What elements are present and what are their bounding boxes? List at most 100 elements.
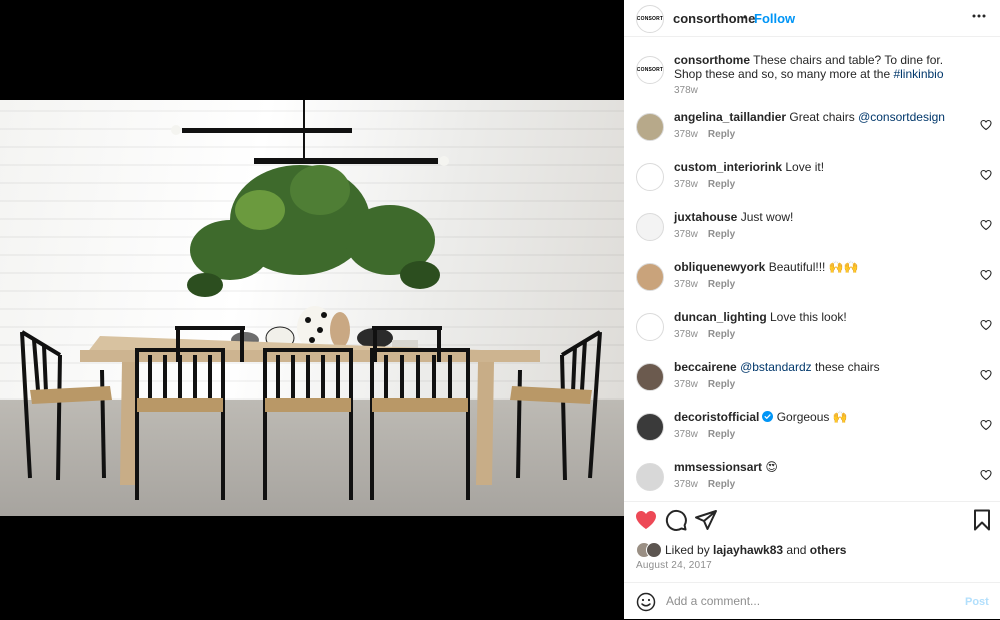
dining-scene-illustration <box>20 100 602 500</box>
comment-meta: 378w Reply <box>674 279 735 290</box>
comment-meta: 378w Reply <box>674 479 735 490</box>
brand-logo-text: CONSORT <box>636 16 664 22</box>
comment-time[interactable]: 378w <box>674 329 698 340</box>
likes-prefix: Liked by <box>665 543 714 557</box>
comment-meta: 378w Reply <box>674 429 735 440</box>
liker-avatar[interactable] <box>646 542 662 558</box>
comment-time[interactable]: 378w <box>674 429 698 440</box>
comment-like-heart-icon[interactable] <box>980 219 992 231</box>
commenter-avatar[interactable] <box>636 263 664 291</box>
caption-avatar[interactable]: CONSORT <box>636 56 664 84</box>
comment-body: Love it! <box>782 160 825 174</box>
mention-link[interactable]: @bstandardz <box>740 360 812 374</box>
comment-body: Just wow! <box>737 210 794 224</box>
comment-time[interactable]: 378w <box>674 479 698 490</box>
comment-text: mmsessionsart 😍 <box>674 460 964 474</box>
post-header: CONSORT consorthome • Follow <box>624 0 1000 37</box>
separator-dot: • <box>743 10 748 24</box>
commenter-username[interactable]: obliquenewyork <box>674 260 765 274</box>
likes-and: and <box>783 543 810 557</box>
comments-list[interactable]: CONSORT consorthome These chairs and tab… <box>624 43 1000 502</box>
comment-meta: 378w Reply <box>674 229 735 240</box>
brand-logo-text: CONSORT <box>636 67 664 73</box>
share-send-icon[interactable] <box>694 508 718 532</box>
commenter-avatar[interactable] <box>636 463 664 491</box>
likes-text: Liked by lajayhawk83 and others <box>665 543 846 557</box>
commenter-avatar[interactable] <box>636 163 664 191</box>
follow-button[interactable]: Follow <box>754 11 795 26</box>
comment-text: duncan_lighting Love this look! <box>674 310 964 324</box>
hashtag-link[interactable]: #linkinbio <box>893 67 943 81</box>
post-comment-button[interactable]: Post <box>965 596 989 608</box>
comment-body-tail: these chairs <box>811 360 880 374</box>
comment-meta: 378w Reply <box>674 129 735 140</box>
commenter-avatar[interactable] <box>636 363 664 391</box>
add-comment-bar: Post <box>624 582 1000 620</box>
comment-body: Great chairs <box>786 110 859 124</box>
comment-meta: 378w Reply <box>674 379 735 390</box>
comment-like-heart-icon[interactable] <box>980 119 992 131</box>
comment-text: beccairene @bstandardz these chairs <box>674 360 964 374</box>
commenter-avatar[interactable] <box>636 413 664 441</box>
comment-like-heart-icon[interactable] <box>980 269 992 281</box>
author-avatar[interactable]: CONSORT <box>636 5 664 33</box>
add-comment-input[interactable] <box>666 594 946 608</box>
commenter-avatar[interactable] <box>636 313 664 341</box>
comment-time[interactable]: 378w <box>674 279 698 290</box>
comment-time[interactable]: 378w <box>674 229 698 240</box>
reply-button[interactable]: Reply <box>708 479 735 490</box>
comment-text: custom_interiorink Love it! <box>674 160 964 174</box>
comment-text: angelina_taillandier Great chairs @conso… <box>674 110 964 124</box>
comment-time[interactable]: 378w <box>674 379 698 390</box>
comment-body: Beautiful!!! 🙌🙌 <box>765 260 859 274</box>
emoji-smiley-icon[interactable] <box>636 592 656 612</box>
commenter-username[interactable]: beccairene <box>674 360 737 374</box>
reply-button[interactable]: Reply <box>708 379 735 390</box>
comment-text: decoristofficial Gorgeous 🙌 <box>674 410 964 424</box>
comment-like-heart-icon[interactable] <box>980 469 992 481</box>
commenter-username[interactable]: duncan_lighting <box>674 310 767 324</box>
comment-bubble-icon[interactable] <box>664 508 688 532</box>
caption-time[interactable]: 378w <box>674 85 698 96</box>
liker-username[interactable]: lajayhawk83 <box>713 543 783 557</box>
comment-like-heart-icon[interactable] <box>980 319 992 331</box>
caption-text: consorthome These chairs and table? To d… <box>674 53 964 81</box>
commenter-avatar[interactable] <box>636 213 664 241</box>
action-bar <box>624 508 1000 536</box>
post-photo[interactable] <box>0 100 624 516</box>
comment-like-heart-icon[interactable] <box>980 169 992 181</box>
comment-time[interactable]: 378w <box>674 179 698 190</box>
comment-meta: 378w Reply <box>674 329 735 340</box>
comment-text: juxtahouse Just wow! <box>674 210 964 224</box>
like-heart-icon[interactable] <box>634 508 658 532</box>
commenter-username[interactable]: decoristofficial <box>674 410 759 424</box>
comment-like-heart-icon[interactable] <box>980 419 992 431</box>
comment-text: obliquenewyork Beautiful!!! 🙌🙌 <box>674 260 964 274</box>
reply-button[interactable]: Reply <box>708 129 735 140</box>
commenter-avatar[interactable] <box>636 113 664 141</box>
reply-button[interactable]: Reply <box>708 229 735 240</box>
reply-button[interactable]: Reply <box>708 279 735 290</box>
comment-body: 😍 <box>762 460 778 474</box>
comment-meta: 378w Reply <box>674 179 735 190</box>
commenter-username[interactable]: custom_interiorink <box>674 160 782 174</box>
post-date[interactable]: August 24, 2017 <box>636 560 712 571</box>
caption-username[interactable]: consorthome <box>674 53 750 67</box>
likes-others-link[interactable]: others <box>810 543 847 557</box>
comment-time[interactable]: 378w <box>674 129 698 140</box>
reply-button[interactable]: Reply <box>708 329 735 340</box>
bookmark-icon[interactable] <box>970 508 994 532</box>
verified-badge-icon <box>762 411 774 422</box>
comment-like-heart-icon[interactable] <box>980 369 992 381</box>
commenter-username[interactable]: angelina_taillandier <box>674 110 786 124</box>
reply-button[interactable]: Reply <box>708 429 735 440</box>
commenter-username[interactable]: juxtahouse <box>674 210 737 224</box>
comment-body: Love this look! <box>766 310 847 324</box>
mention-link[interactable]: @consortdesign <box>858 110 945 124</box>
comment-body: Gorgeous 🙌 <box>773 410 848 424</box>
post-media[interactable] <box>0 0 624 619</box>
commenter-username[interactable]: mmsessionsart <box>674 460 762 474</box>
post-side-panel: CONSORT consorthome • Follow CONSORT con… <box>624 0 1000 619</box>
reply-button[interactable]: Reply <box>708 179 735 190</box>
more-dots-icon[interactable] <box>972 9 986 23</box>
